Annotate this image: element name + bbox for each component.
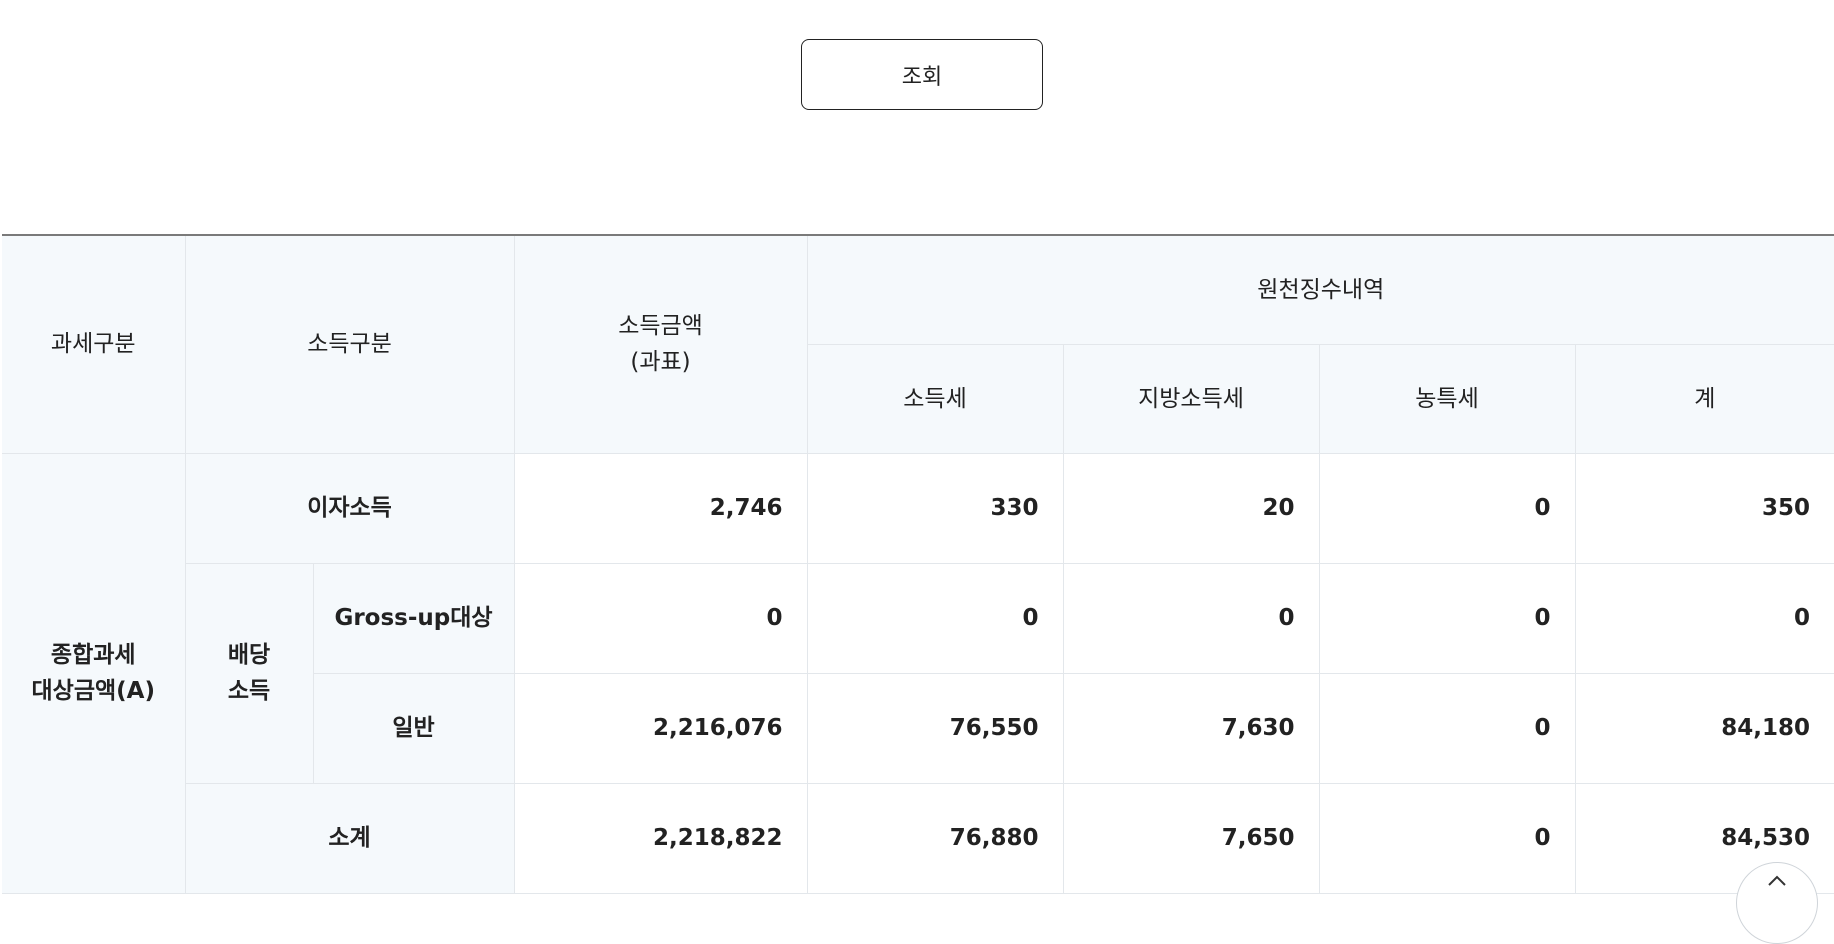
dividend-label: 배당 소득 [185, 562, 314, 784]
header-local-income-tax: 지방소득세 [1062, 343, 1320, 454]
table-row: 종합과세 대상금액(A) 이자소득 2,746 330 20 0 350 [2, 452, 1834, 894]
group-label-line2: 대상금액(A) [31, 678, 155, 704]
cell-income-amount: 2,746 [513, 452, 808, 564]
group-label-comprehensive: 종합과세 대상금액(A) [2, 452, 186, 894]
cell-total: 0 [1574, 562, 1834, 674]
cell-rural-special-tax: 0 [1318, 562, 1576, 674]
dividend-label-line1: 배당 [227, 642, 271, 668]
cell-income-tax: 76,550 [806, 672, 1064, 784]
header-income-amount-line1: 소득금액 [618, 313, 703, 340]
cell-local-income-tax: 20 [1062, 452, 1320, 564]
row-label-interest: 이자소득 [184, 452, 515, 564]
group-label-line1: 종합과세 [50, 642, 136, 668]
cell-rural-special-tax: 0 [1318, 782, 1576, 894]
cell-total: 84,180 [1574, 672, 1834, 784]
arrow-up-icon [1768, 875, 1786, 886]
header-rural-special-tax: 농특세 [1318, 343, 1576, 454]
header-withholding-group: 원천징수내역 [806, 234, 1834, 345]
table-row: 소계 2,218,822 76,880 7,650 0 84,530 [2, 782, 1834, 894]
dividend-label-line2: 소득 [227, 678, 271, 704]
cell-rural-special-tax: 0 [1318, 452, 1576, 564]
cell-income-amount: 2,218,822 [513, 782, 808, 894]
row-label-subtotal: 소계 [185, 782, 515, 894]
row-label-general: 일반 [313, 672, 515, 784]
header-income-type: 소득구분 [184, 234, 515, 454]
header-income-amount: 소득금액 (과표) [513, 234, 808, 454]
cell-local-income-tax: 0 [1062, 562, 1320, 674]
cell-total: 350 [1574, 452, 1834, 564]
table-row: 배당 소득 Gross-up대상 0 0 0 0 0 [2, 562, 1834, 784]
withholding-table: 과세구분 소득구분 소득금액 (과표) 원천징수내역 소득세 지방소득세 농특세… [2, 234, 1834, 894]
cell-income-tax: 76,880 [806, 782, 1064, 894]
query-button[interactable]: 조회 [801, 39, 1043, 110]
cell-income-amount: 0 [513, 562, 808, 674]
row-label-gross-up: Gross-up대상 [312, 562, 515, 674]
scroll-to-top-button[interactable] [1736, 862, 1818, 944]
cell-income-tax: 330 [806, 452, 1064, 564]
cell-income-amount: 2,216,076 [513, 672, 808, 784]
header-income-tax: 소득세 [807, 343, 1064, 454]
cell-local-income-tax: 7,650 [1062, 782, 1320, 894]
cell-income-tax: 0 [806, 562, 1064, 674]
header-tax-type: 과세구분 [2, 234, 186, 454]
header-total: 계 [1574, 343, 1834, 454]
header-income-amount-line2: (과표) [630, 349, 691, 376]
cell-rural-special-tax: 0 [1318, 672, 1576, 784]
cell-local-income-tax: 7,630 [1062, 672, 1320, 784]
